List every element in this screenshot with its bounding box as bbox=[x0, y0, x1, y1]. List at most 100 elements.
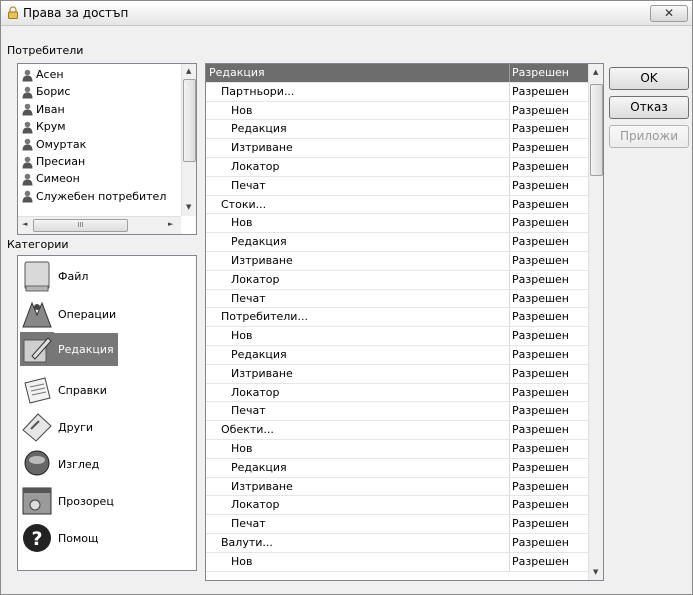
category-window[interactable]: Прозорец bbox=[20, 483, 116, 519]
cancel-button[interactable]: Отказ bbox=[609, 96, 689, 119]
apply-button[interactable]: Приложи bbox=[609, 125, 689, 148]
permission-row[interactable]: Нов Разрешен bbox=[206, 214, 588, 234]
permission-row[interactable]: Локатор Разрешен bbox=[206, 270, 588, 290]
permission-row[interactable]: Потребители... Разрешен bbox=[206, 308, 588, 328]
permission-value[interactable]: Разрешен bbox=[512, 365, 588, 383]
permission-value[interactable]: Разрешен bbox=[512, 290, 588, 308]
users-vertical-scrollbar[interactable]: ▲ ▼ bbox=[181, 64, 196, 216]
users-list[interactable]: Асен Борис Иван Крум Омуртак Пресиан Симеон Слу… bbox=[17, 63, 197, 235]
scroll-down-icon[interactable]: ▼ bbox=[186, 203, 191, 211]
users-horizontal-scrollbar[interactable]: ◄ III ► bbox=[18, 216, 181, 234]
permission-row[interactable]: Изтриване Разрешен bbox=[206, 477, 588, 497]
user-list-item[interactable]: Борис bbox=[22, 83, 70, 100]
permission-row[interactable]: Нов Разрешен bbox=[206, 101, 588, 121]
permission-value[interactable]: Разрешен bbox=[512, 233, 588, 251]
permission-value[interactable]: Разрешен bbox=[512, 308, 588, 326]
category-reports[interactable]: Справки bbox=[20, 372, 109, 408]
user-name: Омуртак bbox=[36, 137, 87, 151]
permission-value[interactable]: Разрешен bbox=[512, 346, 588, 364]
category-file[interactable]: Файл bbox=[20, 258, 90, 294]
grid-vertical-scrollbar[interactable]: ▲ ▼ bbox=[588, 64, 603, 580]
user-list-item[interactable]: Омуртак bbox=[22, 136, 86, 153]
permission-name: Изтриване bbox=[206, 477, 510, 496]
permission-row[interactable]: Нов Разрешен bbox=[206, 552, 588, 572]
permission-value[interactable]: Разрешен bbox=[512, 459, 588, 477]
category-help[interactable]: ? Помощ bbox=[20, 520, 100, 556]
permission-value[interactable]: Разрешен bbox=[512, 252, 588, 270]
permission-row[interactable]: Изтриване Разрешен bbox=[206, 139, 588, 158]
permission-value[interactable]: Разрешен bbox=[512, 196, 588, 214]
permission-row[interactable]: Обекти... Разрешен bbox=[206, 421, 588, 440]
category-label: Справки bbox=[58, 383, 107, 397]
user-name: Борис bbox=[36, 85, 71, 99]
user-list-item[interactable]: Служебен потребител bbox=[22, 188, 166, 205]
permission-row[interactable]: Печат Разрешен bbox=[206, 289, 588, 309]
permission-row[interactable]: Локатор Разрешен bbox=[206, 158, 588, 177]
permissions-dialog: Права за достъп ✕ Потребители Асен Борис И… bbox=[0, 0, 693, 595]
permission-row[interactable]: Стоки... Разрешен bbox=[206, 195, 588, 215]
category-view[interactable]: Изглед bbox=[20, 446, 101, 482]
permission-row[interactable]: Нов Разрешен bbox=[206, 440, 588, 459]
permission-value[interactable]: Разрешен bbox=[512, 214, 588, 232]
scroll-thumb[interactable]: III bbox=[33, 219, 128, 232]
scroll-up-icon[interactable]: ▲ bbox=[593, 68, 598, 76]
permission-row[interactable]: Печат Разрешен bbox=[206, 515, 588, 534]
permission-value[interactable]: Разрешен bbox=[512, 271, 588, 289]
scroll-thumb[interactable] bbox=[183, 79, 196, 162]
permission-value[interactable]: Разрешен bbox=[512, 402, 588, 420]
permission-row[interactable]: Локатор Разрешен bbox=[206, 383, 588, 403]
permission-value[interactable]: Разрешен bbox=[512, 496, 588, 514]
permission-row[interactable]: Редакция Разрешен bbox=[206, 233, 588, 252]
permission-value[interactable]: Разрешен bbox=[512, 421, 588, 439]
category-other[interactable]: Други bbox=[20, 409, 95, 445]
grid-header-row[interactable]: Редакция Разрешен bbox=[206, 64, 588, 83]
permission-row[interactable]: Изтриване Разрешен bbox=[206, 252, 588, 271]
category-edit[interactable]: Редакция bbox=[20, 331, 118, 367]
permission-value[interactable]: Разрешен bbox=[512, 327, 588, 345]
user-list-item[interactable]: Асен bbox=[22, 66, 64, 83]
ok-button[interactable]: OK bbox=[609, 67, 689, 90]
permission-row[interactable]: Валути... Разрешен bbox=[206, 534, 588, 553]
permission-value[interactable]: Разрешен bbox=[512, 120, 588, 138]
permission-value[interactable]: Разрешен bbox=[512, 83, 588, 101]
permission-name: Локатор bbox=[206, 383, 510, 402]
user-list-item[interactable]: Симеон bbox=[22, 170, 80, 187]
permission-name: Локатор bbox=[206, 270, 510, 289]
scroll-left-icon[interactable]: ◄ bbox=[22, 220, 27, 228]
user-name: Симеон bbox=[36, 172, 80, 186]
permission-row[interactable]: Редакция Разрешен bbox=[206, 458, 588, 478]
user-list-item[interactable]: Иван bbox=[22, 101, 65, 118]
permission-value[interactable]: Разрешен bbox=[512, 102, 588, 120]
svg-text:?: ? bbox=[31, 528, 42, 550]
permission-row[interactable]: Редакция Разрешен bbox=[206, 120, 588, 140]
scroll-up-icon[interactable]: ▲ bbox=[186, 67, 191, 75]
permission-value[interactable]: Разрешен bbox=[512, 534, 588, 552]
permission-name: Редакция bbox=[206, 346, 510, 364]
permission-row[interactable]: Печат Разрешен bbox=[206, 176, 588, 196]
close-button[interactable]: ✕ bbox=[650, 5, 688, 22]
permission-row[interactable]: Нов Разрешен bbox=[206, 327, 588, 346]
scroll-right-icon[interactable]: ► bbox=[168, 220, 173, 228]
permission-value[interactable]: Разрешен bbox=[512, 177, 588, 195]
operations-icon bbox=[22, 301, 52, 328]
category-operations[interactable]: Операции bbox=[20, 296, 118, 332]
permission-row[interactable]: Партньори... Разрешен bbox=[206, 82, 588, 102]
permission-row[interactable]: Изтриване Разрешен bbox=[206, 364, 588, 384]
permission-row[interactable]: Локатор Разрешен bbox=[206, 496, 588, 516]
permission-value[interactable]: Разрешен bbox=[512, 158, 588, 176]
scroll-thumb[interactable] bbox=[590, 84, 603, 176]
permission-value[interactable]: Разрешен bbox=[512, 384, 588, 402]
permission-value[interactable]: Разрешен bbox=[512, 478, 588, 496]
permission-row[interactable]: Печат Разрешен bbox=[206, 402, 588, 422]
permission-value[interactable]: Разрешен bbox=[512, 440, 588, 458]
permission-value[interactable]: Разрешен bbox=[512, 553, 588, 571]
permission-name: Изтриване bbox=[206, 252, 510, 270]
permission-row[interactable]: Редакция Разрешен bbox=[206, 346, 588, 365]
scroll-down-icon[interactable]: ▼ bbox=[593, 568, 598, 576]
permission-value[interactable]: Разрешен bbox=[512, 139, 588, 157]
reports-icon bbox=[24, 377, 51, 404]
title-bar: Права за достъп ✕ bbox=[1, 1, 692, 26]
user-list-item[interactable]: Крум bbox=[22, 118, 66, 135]
permission-value[interactable]: Разрешен bbox=[512, 515, 588, 533]
user-list-item[interactable]: Пресиан bbox=[22, 153, 85, 170]
